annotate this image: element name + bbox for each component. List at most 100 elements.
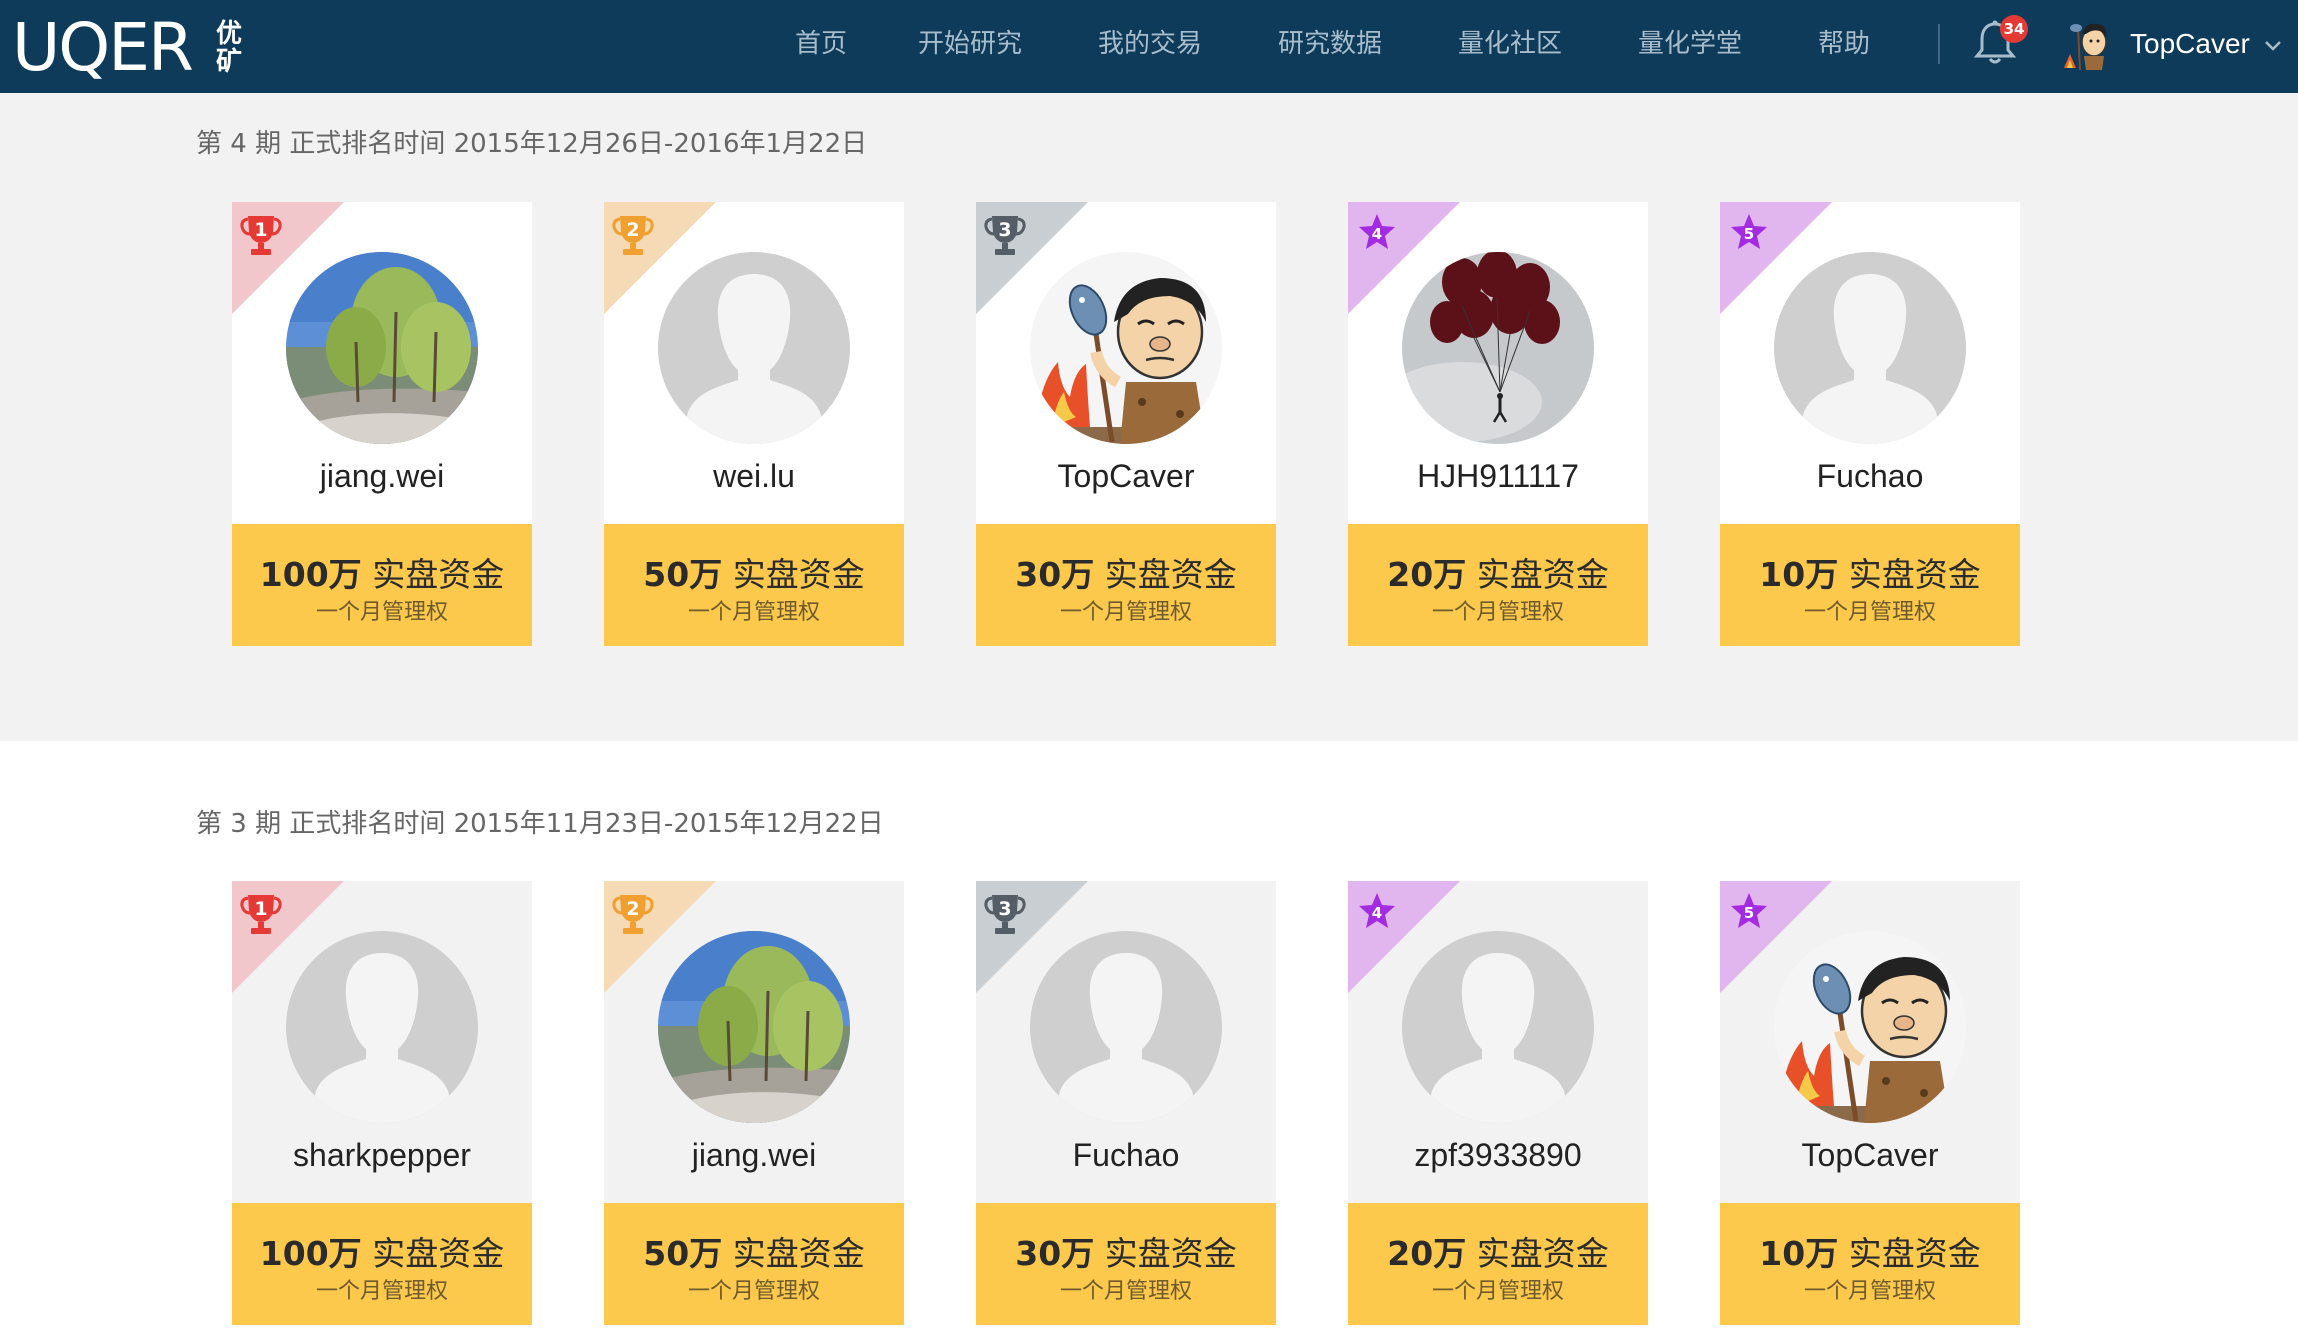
card-body: 4 HJH911117 bbox=[1348, 202, 1648, 524]
ranking-card[interactable]: 2 wei.lu 50万 实盘资金 一个月管理权 bbox=[604, 202, 904, 646]
user-name[interactable]: HJH911117 bbox=[1348, 458, 1648, 495]
ranking-card[interactable]: 5 Fuchao 10万 实盘资金 一个月管理权 bbox=[1720, 202, 2020, 646]
prize-line: 50万 实盘资金 bbox=[604, 1227, 904, 1275]
nav-home[interactable]: 首页 bbox=[795, 0, 847, 93]
user-avatar[interactable] bbox=[1402, 252, 1594, 444]
nav-divider bbox=[1938, 24, 1940, 64]
user-avatar[interactable] bbox=[658, 252, 850, 444]
prize-subtitle: 一个月管理权 bbox=[1431, 1279, 1564, 1304]
prize-line: 100万 实盘资金 bbox=[232, 548, 532, 596]
prize-subtitle: 一个月管理权 bbox=[1059, 600, 1192, 625]
prize-subtitle: 一个月管理权 bbox=[687, 1279, 820, 1304]
logo-text: UQER bbox=[12, 9, 194, 86]
ranking-card[interactable]: 3 TopCaver 30万 实盘资金 一个月管理权 bbox=[976, 202, 1276, 646]
prize-amount: 10万 bbox=[1759, 1234, 1839, 1273]
user-avatar[interactable] bbox=[1402, 931, 1594, 1123]
ranking-card[interactable]: 1 jiang.wei 100万 实盘资金 一个月管理权 bbox=[232, 202, 532, 646]
card-body: 5 Fuchao bbox=[1720, 202, 2020, 524]
purple-star-icon: 5 bbox=[1728, 889, 1770, 937]
period-title: 第 3 期 正式排名时间 2015年11月23日-2015年12月22日 bbox=[196, 809, 884, 839]
prize-banner: 30万 实盘资金 一个月管理权 bbox=[976, 1203, 1276, 1325]
prize-amount: 100万 bbox=[259, 1234, 362, 1273]
user-avatar[interactable] bbox=[1030, 252, 1222, 444]
orange-trophy-icon: 2 bbox=[612, 210, 654, 258]
svg-text:4: 4 bbox=[1372, 225, 1382, 243]
prize-amount: 50万 bbox=[643, 555, 723, 594]
svg-text:3: 3 bbox=[998, 898, 1011, 920]
prize-amount: 20万 bbox=[1387, 1234, 1467, 1273]
prize-line: 10万 实盘资金 bbox=[1720, 1227, 2020, 1275]
user-avatar[interactable] bbox=[2056, 16, 2114, 74]
user-avatar[interactable] bbox=[1774, 931, 1966, 1123]
user-name[interactable]: Fuchao bbox=[976, 1137, 1276, 1174]
user-name[interactable]: TopCaver bbox=[976, 458, 1276, 495]
prize-subtitle: 一个月管理权 bbox=[1803, 600, 1936, 625]
card-body: 3 Fuchao bbox=[976, 881, 1276, 1203]
gray-trophy-icon: 3 bbox=[984, 210, 1026, 258]
nav-start-research[interactable]: 开始研究 bbox=[918, 0, 1022, 93]
prize-type: 实盘资金 bbox=[1848, 555, 1981, 594]
red-trophy-icon: 1 bbox=[240, 889, 282, 937]
prize-type: 实盘资金 bbox=[1104, 555, 1237, 594]
user-name[interactable]: wei.lu bbox=[604, 458, 904, 495]
user-name[interactable]: sharkpepper bbox=[232, 1137, 532, 1174]
prize-subtitle: 一个月管理权 bbox=[315, 600, 448, 625]
prize-subtitle: 一个月管理权 bbox=[1059, 1279, 1192, 1304]
period-4-section: 第 4 期 正式排名时间 2015年12月26日-2016年1月22日 1 ji… bbox=[0, 93, 2298, 741]
prize-banner: 30万 实盘资金 一个月管理权 bbox=[976, 524, 1276, 646]
card-body: 5 TopCaver bbox=[1720, 881, 2020, 1203]
prize-banner: 10万 实盘资金 一个月管理权 bbox=[1720, 524, 2020, 646]
nav-help[interactable]: 帮助 bbox=[1818, 0, 1870, 93]
user-avatar[interactable] bbox=[286, 931, 478, 1123]
user-avatar[interactable] bbox=[286, 252, 478, 444]
user-avatar[interactable] bbox=[1774, 252, 1966, 444]
ranking-card[interactable]: 2 jiang.wei 50万 实盘资金 一个月管理权 bbox=[604, 881, 904, 1325]
chevron-down-icon[interactable] bbox=[2263, 38, 2283, 52]
prize-banner: 100万 实盘资金 一个月管理权 bbox=[232, 1203, 532, 1325]
user-name[interactable]: jiang.wei bbox=[232, 458, 532, 495]
card-body: 1 jiang.wei bbox=[232, 202, 532, 524]
prize-type: 实盘资金 bbox=[1848, 1234, 1981, 1273]
prize-type: 实盘资金 bbox=[1104, 1234, 1237, 1273]
prize-type: 实盘资金 bbox=[732, 1234, 865, 1273]
user-name[interactable]: zpf3933890 bbox=[1348, 1137, 1648, 1174]
prize-banner: 50万 实盘资金 一个月管理权 bbox=[604, 1203, 904, 1325]
prize-amount: 50万 bbox=[643, 1234, 723, 1273]
card-body: 3 TopCaver bbox=[976, 202, 1276, 524]
prize-type: 实盘资金 bbox=[372, 555, 505, 594]
prize-banner: 20万 实盘资金 一个月管理权 bbox=[1348, 524, 1648, 646]
prize-banner: 10万 实盘资金 一个月管理权 bbox=[1720, 1203, 2020, 1325]
svg-text:5: 5 bbox=[1744, 904, 1754, 922]
prize-line: 10万 实盘资金 bbox=[1720, 548, 2020, 596]
prize-amount: 30万 bbox=[1015, 555, 1095, 594]
user-name[interactable]: Fuchao bbox=[1720, 458, 2020, 495]
ranking-card[interactable]: 1 sharkpepper 100万 实盘资金 一个月管理权 bbox=[232, 881, 532, 1325]
prize-amount: 100万 bbox=[259, 555, 362, 594]
prize-type: 实盘资金 bbox=[1476, 1234, 1609, 1273]
ranking-card[interactable]: 5 TopCaver 10万 实盘资金 一个月管理权 bbox=[1720, 881, 2020, 1325]
username[interactable]: TopCaver bbox=[2130, 0, 2250, 93]
user-name[interactable]: TopCaver bbox=[1720, 1137, 2020, 1174]
gray-trophy-icon: 3 bbox=[984, 889, 1026, 937]
prize-line: 20万 实盘资金 bbox=[1348, 1227, 1648, 1275]
svg-text:3: 3 bbox=[998, 219, 1011, 241]
nav-my-trades[interactable]: 我的交易 bbox=[1098, 0, 1202, 93]
card-body: 4 zpf3933890 bbox=[1348, 881, 1648, 1203]
svg-text:4: 4 bbox=[1372, 904, 1382, 922]
nav-quant-community[interactable]: 量化社区 bbox=[1458, 0, 1562, 93]
nav-research-data[interactable]: 研究数据 bbox=[1278, 0, 1382, 93]
prize-line: 30万 实盘资金 bbox=[976, 1227, 1276, 1275]
notification-badge: 34 bbox=[2000, 15, 2028, 43]
user-avatar[interactable] bbox=[658, 931, 850, 1123]
ranking-card[interactable]: 4 HJH911117 20万 实盘资金 一个月管理权 bbox=[1348, 202, 1648, 646]
prize-line: 100万 实盘资金 bbox=[232, 1227, 532, 1275]
user-name[interactable]: jiang.wei bbox=[604, 1137, 904, 1174]
prize-banner: 20万 实盘资金 一个月管理权 bbox=[1348, 1203, 1648, 1325]
nav-quant-academy[interactable]: 量化学堂 bbox=[1638, 0, 1742, 93]
prize-amount: 10万 bbox=[1759, 555, 1839, 594]
ranking-card[interactable]: 4 zpf3933890 20万 实盘资金 一个月管理权 bbox=[1348, 881, 1648, 1325]
user-avatar[interactable] bbox=[1030, 931, 1222, 1123]
ranking-card[interactable]: 3 Fuchao 30万 实盘资金 一个月管理权 bbox=[976, 881, 1276, 1325]
prize-subtitle: 一个月管理权 bbox=[315, 1279, 448, 1304]
prize-type: 实盘资金 bbox=[372, 1234, 505, 1273]
